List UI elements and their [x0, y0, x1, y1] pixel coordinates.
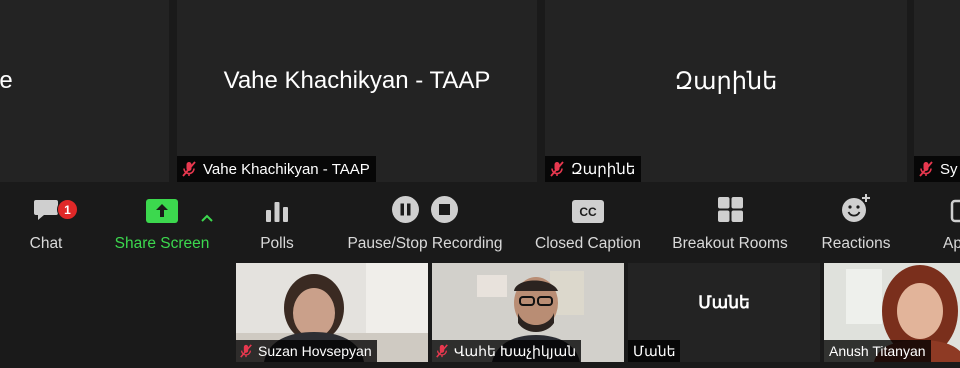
- reactions-label: Reactions: [821, 235, 891, 252]
- apps-button-partial[interactable]: Ap: [940, 183, 960, 263]
- chat-icon-wrap: 1: [32, 183, 78, 223]
- muted-mic-icon: [240, 344, 252, 358]
- share-options-chevron-up-icon[interactable]: [199, 211, 215, 225]
- participant-name-tag: Vahe Khachikyan - TAAP: [177, 156, 376, 182]
- closed-caption-label: Closed Caption: [535, 235, 641, 252]
- chat-unread-badge: 1: [57, 199, 78, 220]
- breakout-rooms-button[interactable]: Breakout Rooms: [665, 183, 795, 263]
- closed-caption-icon-text: CC: [579, 204, 597, 219]
- chat-icon: [34, 200, 58, 220]
- participant-name: Sy: [940, 160, 958, 178]
- breakout-rooms-icon-wrap: [717, 183, 744, 223]
- participant-name-tag: Վահե Խաչիկյան: [432, 340, 582, 362]
- chat-label: Chat: [29, 235, 63, 252]
- reactions-emoji-icon: [842, 194, 870, 222]
- thumbnail-suzan[interactable]: Suzan Hovsepyan: [236, 263, 428, 362]
- thumbnail-mane[interactable]: Մանե Մանե: [628, 263, 820, 362]
- muted-mic-icon: [182, 161, 196, 177]
- share-screen-icon-wrap: [146, 183, 178, 223]
- participant-display-name: Մանե: [698, 293, 750, 312]
- breakout-rooms-label: Breakout Rooms: [672, 235, 788, 252]
- muted-mic-icon: [436, 344, 448, 358]
- participant-name-tag: Suzan Hovsepyan: [236, 340, 377, 362]
- participant-name: Vahe Khachikyan - TAAP: [203, 160, 370, 178]
- participant-name-tag: Anush Titanyan: [824, 340, 931, 362]
- muted-mic-icon: [550, 161, 564, 177]
- polls-icon-wrap: [264, 183, 290, 223]
- video-tile-partial-left[interactable]: ne: [0, 0, 169, 182]
- apps-label: Ap: [943, 235, 960, 252]
- apps-icon: [950, 199, 960, 223]
- chat-button[interactable]: 1 Chat: [18, 183, 78, 263]
- pause-stop-recording-button[interactable]: Pause/Stop Recording: [340, 183, 510, 263]
- polls-icon: [266, 202, 288, 222]
- video-tile-zarine[interactable]: Զարինե Զարինե: [545, 0, 907, 182]
- reactions-icon-wrap: [841, 183, 871, 223]
- breakout-rooms-icon: [717, 197, 743, 222]
- participant-name: Suzan Hovsepyan: [258, 343, 372, 359]
- closed-caption-button[interactable]: CC Closed Caption: [527, 183, 649, 263]
- thumbnail-vahe[interactable]: Վահե Խաչիկյան: [432, 263, 624, 362]
- video-tile-vahe[interactable]: Vahe Khachikyan - TAAP Vahe Khachikyan -…: [177, 0, 537, 182]
- meeting-toolbar: 1 Chat Share Screen Polls Pause/Stop Rec…: [0, 183, 960, 263]
- participant-display-name: Vahe Khachikyan - TAAP: [223, 67, 491, 94]
- participant-display-name: Զարինե: [674, 67, 778, 95]
- participant-name: Վահե Խաչիկյան: [454, 342, 577, 359]
- participant-display-name: ne: [0, 67, 13, 94]
- pause-icon: [392, 196, 419, 223]
- apps-icon-wrap: [940, 183, 960, 223]
- participant-name-tag: Sy: [914, 156, 960, 182]
- recording-icons-wrap: [392, 183, 458, 223]
- share-screen-icon: [146, 199, 178, 223]
- thumbnail-anush[interactable]: Anush Titanyan: [824, 263, 960, 362]
- muted-mic-icon: [919, 161, 933, 177]
- participant-name: Զարինե: [571, 161, 636, 178]
- video-tile-partial-right[interactable]: Sy: [914, 0, 960, 182]
- participant-name: Մանե: [633, 342, 676, 359]
- pause-stop-recording-label: Pause/Stop Recording: [347, 235, 503, 252]
- thumbnail-strip: Suzan Hovsepyan Վահե Խաչիկյան Մանե Մանե …: [0, 263, 960, 368]
- participant-name-tag: Զարինե: [545, 156, 642, 182]
- participant-name-tag: Մանե: [628, 340, 681, 362]
- stop-icon: [431, 196, 458, 223]
- reactions-button[interactable]: Reactions: [814, 183, 898, 263]
- closed-caption-icon-wrap: CC: [572, 183, 604, 223]
- polls-button[interactable]: Polls: [250, 183, 304, 263]
- polls-label: Polls: [260, 235, 294, 252]
- closed-caption-icon: CC: [572, 200, 604, 223]
- participant-name: Anush Titanyan: [829, 343, 926, 359]
- share-screen-label: Share Screen: [114, 235, 210, 252]
